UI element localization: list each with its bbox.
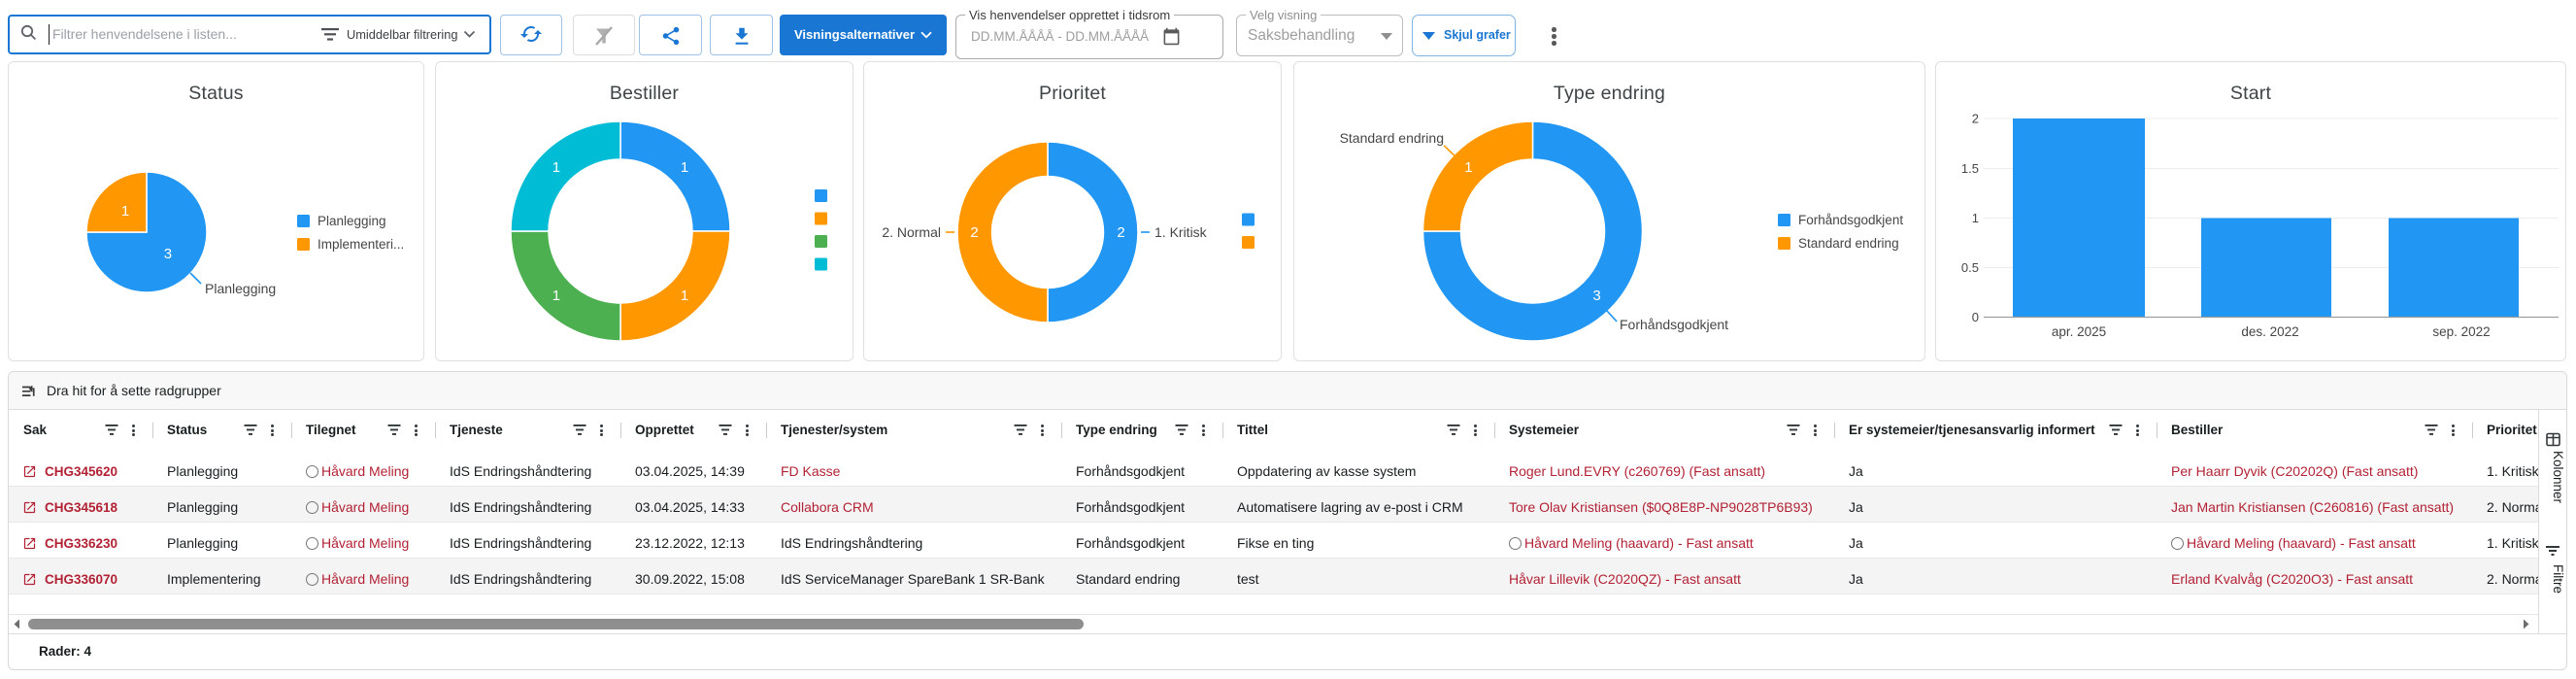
svg-text:1: 1 <box>552 159 560 176</box>
svg-text:des. 2022: des. 2022 <box>2241 324 2298 339</box>
svg-text:Forhåndsgodkjent: Forhåndsgodkjent <box>1798 213 1903 227</box>
svg-text:3: 3 <box>164 246 172 262</box>
svg-text:1: 1 <box>681 159 688 176</box>
svg-text:Standard endring: Standard endring <box>1340 130 1444 146</box>
svg-text:2: 2 <box>970 224 978 241</box>
svg-text:1: 1 <box>121 203 129 220</box>
svg-text:sep. 2022: sep. 2022 <box>2432 324 2490 339</box>
svg-text:Implementeri...: Implementeri... <box>318 237 404 252</box>
svg-text:Planlegging: Planlegging <box>205 281 276 296</box>
svg-text:1: 1 <box>1972 211 1979 225</box>
svg-text:2. Normal: 2. Normal <box>882 224 941 240</box>
svg-text:Standard endring: Standard endring <box>1798 236 1899 251</box>
svg-text:3: 3 <box>1592 288 1600 304</box>
svg-text:1. Kritisk: 1. Kritisk <box>1154 224 1208 240</box>
svg-text:Forhåndsgodkjent: Forhåndsgodkjent <box>1620 317 1728 332</box>
svg-text:0.5: 0.5 <box>1961 260 1979 275</box>
svg-text:apr. 2025: apr. 2025 <box>2052 324 2106 339</box>
svg-text:Planlegging: Planlegging <box>318 214 386 228</box>
svg-text:0: 0 <box>1972 310 1979 324</box>
svg-text:2: 2 <box>1972 112 1979 126</box>
svg-text:2: 2 <box>1117 224 1124 241</box>
svg-text:1: 1 <box>552 288 560 304</box>
svg-text:1: 1 <box>681 288 688 304</box>
svg-text:1.5: 1.5 <box>1961 161 1979 176</box>
svg-text:1: 1 <box>1464 159 1472 176</box>
